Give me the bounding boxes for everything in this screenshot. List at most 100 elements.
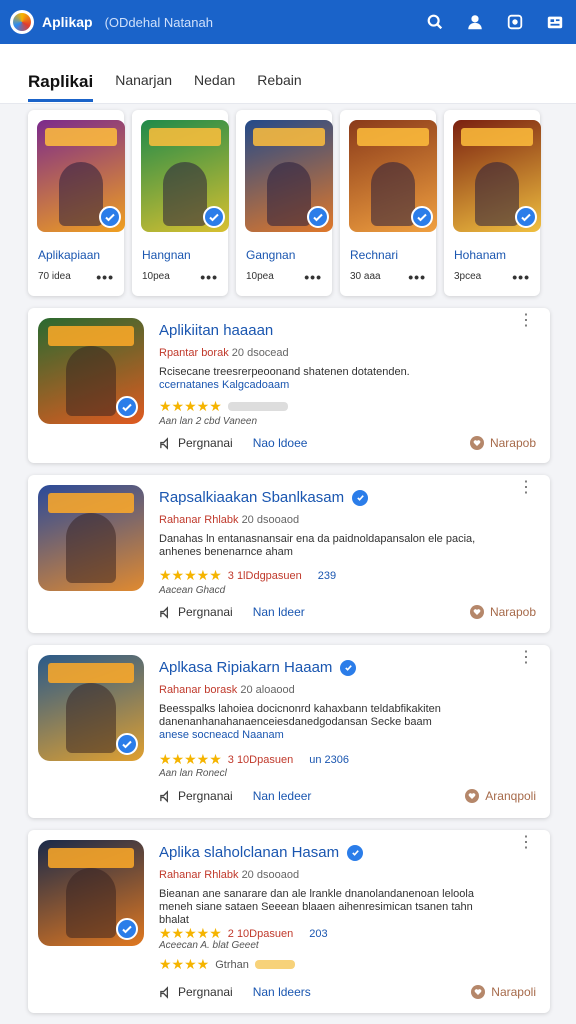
notifications-icon[interactable] [544,11,566,33]
reviews-link[interactable]: un 2306 [309,754,349,766]
favorite-button[interactable]: Narapob [469,436,536,450]
rating-bar [254,960,295,969]
more-options-icon[interactable]: ••• [96,270,114,284]
details-link[interactable]: Nan ldeer [253,605,305,619]
featured-card[interactable]: Gangnan 10pea ••• [236,110,333,296]
app-thumbnail [38,485,144,591]
heart-icon [469,436,484,450]
app-byline: Aan lan 2 cbd Vaneen [159,416,258,427]
more-options-icon[interactable]: ••• [512,270,530,284]
share-button[interactable]: Pergnanai [159,985,233,999]
app-title[interactable]: Aplkasa Ripiakarn Haaam [159,659,332,676]
app-downloads: 20 dsooaod [241,514,300,526]
rating-count: 2 10Dpasuen [227,927,294,940]
app-title[interactable]: Aplikiitan haaaan [159,322,273,339]
favorite-button[interactable]: Narapob [469,605,536,619]
featured-card[interactable]: Aplikapiaan 70 idea ••• [28,110,125,296]
app-thumbnail [141,120,229,232]
verified-icon [340,659,357,676]
favorite-button[interactable]: Aranqpoli [465,789,536,803]
star-rating: ★★★★ [159,956,210,972]
details-link[interactable]: Nan ldeers [253,985,311,999]
app-developer: Rahanar borask [159,684,238,696]
tab-nanarjan[interactable]: Nanarjan [115,72,172,102]
featured-count: 30 aaa [350,271,381,282]
more-options-icon[interactable]: ••• [408,270,426,284]
more-options-icon[interactable]: ⋮ [518,480,534,496]
verified-icon [352,489,369,506]
favorite-button[interactable]: Narapoli [471,985,536,999]
app-description: Rcisecane treesrerpeoonand shatenen dota… [159,366,410,391]
featured-count: 10pea [142,271,170,282]
details-link[interactable]: Nan ledeer [253,789,312,803]
app-thumbnail [245,120,333,232]
featured-count: 3pcea [454,271,482,282]
app-thumbnail [38,318,144,424]
tab-rebain[interactable]: Rebain [257,72,301,102]
app-title[interactable]: Aplika slaholclanan Hasam [159,844,339,861]
more-options-icon[interactable]: ⋮ [518,313,534,329]
featured-row: Aplikapiaan 70 idea ••• Hangnan 10pea ••• … [28,110,550,296]
verified-icon [515,206,537,228]
more-options-icon[interactable]: ⋮ [518,835,534,851]
reviews-link[interactable]: 239 [318,570,336,582]
app-downloads: 20 dsooaod [241,869,300,881]
app-subtitle: (ODdehal Natanah [104,14,213,30]
app-list-card[interactable]: Aplika slaholclanan Hasam Rahanar Rhlabk… [28,830,550,1013]
app-byline: Aacean Ghacd [159,585,226,596]
star-rating: ★★★★★ [159,567,222,583]
featured-card[interactable]: Hangnan 10pea ••• [132,110,229,296]
featured-name: Hangnan [142,248,191,262]
app-thumbnail [37,120,125,232]
app-downloads: 20 dsocead [231,347,289,359]
search-icon[interactable] [424,11,446,33]
share-button[interactable]: Pergnanai [159,605,233,619]
app-list-card[interactable]: Aplkasa Ripiakarn Haaam Rahanar borask 2… [28,645,550,818]
reviews-link[interactable]: 203 [309,928,327,940]
app-thumbnail [38,655,144,761]
app-logo[interactable] [10,10,34,34]
share-icon [160,605,169,619]
featured-name: Hohanam [454,248,507,262]
download-icon[interactable] [504,11,526,33]
app-header: Aplikap (ODdehal Natanah [0,0,576,44]
share-icon [160,436,169,450]
share-button[interactable]: Pergnanai [159,789,233,803]
verified-icon [116,918,138,940]
featured-name: Rechnari [350,248,399,262]
rating-bar [227,402,288,411]
rating-count: 3 10Dpasuen [227,753,294,766]
featured-name: Aplikapiaan [38,248,101,262]
more-options-icon[interactable]: ••• [200,270,218,284]
tab-bar: Raplikai Nanarjan Nedan Rebain [0,44,576,104]
star-rating: ★★★★★ [159,751,222,767]
tab-raplikai[interactable]: Raplikai [28,72,94,102]
more-options-icon[interactable]: ⋮ [518,650,534,666]
app-description: Bieanan ane sanarare dan ale lrankle dna… [159,888,474,926]
app-title: Aplikap [42,14,93,30]
more-options-icon[interactable]: ••• [304,270,322,284]
profile-icon[interactable] [464,11,486,33]
verified-icon [99,206,121,228]
verified-icon [116,733,138,755]
verified-icon [347,844,364,861]
share-icon [160,789,169,803]
app-title[interactable]: Rapsalkiaakan Sbanlkasam [159,489,344,506]
verified-icon [203,206,225,228]
tab-nedan[interactable]: Nedan [194,72,235,102]
share-button[interactable]: Pergnanai [159,436,233,450]
app-thumbnail [453,120,541,232]
app-developer: Rahanar Rhlabk [159,869,239,881]
featured-name: Gangnan [246,248,296,262]
app-downloads: 20 aloaood [240,684,295,696]
featured-card[interactable]: Rechnari 30 aaa ••• [340,110,437,296]
app-developer: Rahanar Rhlabk [159,514,239,526]
details-link[interactable]: Nao ldoee [253,436,308,450]
app-list-card[interactable]: Aplikiitan haaaan Rpantar borak 20 dsoce… [28,308,550,463]
verified-icon [307,206,329,228]
app-list-card[interactable]: Rapsalkiaakan Sbanlkasam Rahanar Rhlabk … [28,475,550,633]
rating-count: 3 1lDdgpasuen [227,569,302,582]
app-thumbnail [38,840,144,946]
featured-card[interactable]: Hohanam 3pcea ••• [444,110,541,296]
app-byline: Aan lan Ronecl [159,768,227,779]
